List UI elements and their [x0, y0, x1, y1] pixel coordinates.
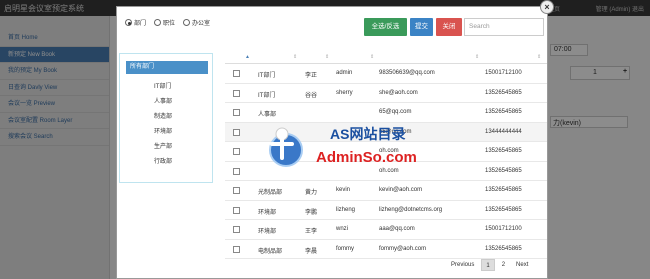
tree-node[interactable]: 行政部	[154, 156, 172, 165]
radio-label: 办公室	[192, 21, 211, 27]
sort-icon[interactable]: ⇕	[293, 54, 297, 60]
search-input[interactable]: Search	[464, 18, 544, 36]
cell-phone: 13526545865	[485, 206, 522, 213]
cell-name: 李鹏	[305, 209, 318, 216]
table-row[interactable]: IT部门 李正 admin 983506639@qq.com 15001712100	[225, 64, 547, 84]
cell-phone: 15001712100	[485, 226, 522, 232]
row-checkbox[interactable]	[233, 245, 240, 253]
cell-department: 光制品部	[258, 190, 283, 196]
row-checkbox[interactable]	[233, 128, 240, 136]
pagination: Previous 1 2 Next	[447, 259, 532, 271]
cell-email: aaa@qq.com	[379, 226, 415, 232]
cell-email: fommy@aoh.com	[379, 245, 427, 252]
cell-email: kevin@aoh.com	[379, 187, 423, 193]
cell-phone: 13444444444	[485, 128, 522, 135]
radio-label: 职位	[163, 21, 176, 27]
watermark-line2: AdminSo.com	[316, 149, 417, 166]
tree-node[interactable]: 环境部	[154, 126, 172, 135]
row-checkbox[interactable]	[233, 167, 240, 175]
cell-email: she@aoh.com	[379, 89, 418, 96]
radio-label: 部门	[134, 21, 147, 27]
cell-department: 人事部	[258, 112, 277, 118]
table-row[interactable]: IT部门 谷谷 sherry she@aoh.com 13526545865	[225, 84, 547, 103]
group-by-radios: 部门 职位 办公室	[125, 18, 210, 27]
page-2-button[interactable]: 2	[498, 259, 509, 271]
cell-name: 王李	[305, 229, 318, 235]
cell-name: 谷谷	[305, 92, 318, 99]
cell-account: sherry	[336, 89, 353, 96]
row-checkbox[interactable]	[233, 148, 240, 155]
cell-account: lizheng	[336, 206, 356, 213]
cell-phone: 13526545865	[485, 89, 522, 96]
cell-email: 983506639@qq.com	[379, 70, 435, 76]
cell-account: fommy	[336, 245, 354, 252]
tree-node[interactable]: 人事部	[154, 96, 172, 105]
sort-icon[interactable]: ⇕	[475, 54, 479, 60]
sort-icon[interactable]: ⇕	[537, 54, 541, 60]
cell-phone: 13526545865	[485, 187, 522, 193]
cell-account: wnzi	[336, 226, 349, 232]
radio-position[interactable]: 职位	[154, 18, 175, 27]
radio-dot[interactable]	[125, 19, 132, 26]
sort-icon[interactable]: ⇕	[325, 54, 329, 60]
cell-department: 电制品部	[258, 248, 283, 255]
page-1-button[interactable]: 1	[481, 259, 495, 271]
cell-department: IT部门	[258, 73, 276, 79]
tree-node[interactable]: 生产部	[154, 141, 172, 150]
cell-name: 李晨	[305, 248, 318, 255]
row-checkbox[interactable]	[233, 109, 240, 116]
cell-phone: 15001712100	[485, 70, 522, 76]
radio-dot[interactable]	[183, 19, 191, 26]
cell-account: kevin	[336, 187, 351, 193]
cell-department: IT部门	[258, 92, 276, 99]
tree-node[interactable]: 制造部	[154, 111, 172, 120]
cell-department: 环境部	[258, 209, 277, 216]
cell-email: lizheng@dotnetcms.org	[379, 206, 443, 213]
table-row[interactable]: 环境部 李鹏 lizheng lizheng@dotnetcms.org 1352654…	[225, 201, 547, 220]
sort-icon[interactable]: ⇕	[370, 54, 374, 60]
select-all-button[interactable]: 全选/反选	[364, 18, 407, 36]
table-header: ▲ ⇕ ⇕ ⇕ ⇕ ⇕	[225, 50, 547, 64]
tree-root[interactable]: 所有部门	[126, 61, 208, 74]
row-checkbox[interactable]	[233, 206, 240, 214]
next-button[interactable]: Next	[512, 259, 532, 271]
table-row[interactable]: 光制品部 黄力 kevin kevin@aoh.com 13526545865	[225, 181, 547, 201]
watermark-line1: AS网站目录	[330, 126, 406, 142]
department-tree: 所有部门 IT部门 人事部 制造部 环境部 生产部 行政部	[119, 53, 213, 183]
row-checkbox[interactable]	[233, 187, 240, 194]
radio-department[interactable]: 部门	[125, 18, 146, 27]
close-button[interactable]: 关闭	[436, 18, 462, 36]
cell-account: admin	[336, 70, 353, 76]
cell-phone: 13526545865	[485, 167, 522, 174]
cell-department: 环境部	[258, 229, 277, 235]
table-row[interactable]: 电制品部 李晨 fommy fommy@aoh.com 13526545865	[225, 240, 547, 259]
cell-email: 65@qq.com	[379, 109, 412, 115]
tree-node[interactable]: IT部门	[154, 81, 171, 90]
radio-dot[interactable]	[154, 19, 162, 26]
row-checkbox[interactable]	[233, 226, 240, 233]
radio-office[interactable]: 办公室	[183, 18, 210, 27]
close-icon[interactable]: ×	[540, 0, 554, 14]
row-checkbox[interactable]	[233, 89, 240, 97]
table-row[interactable]: 环境部 王李 wnzi aaa@qq.com 15001712100	[225, 220, 547, 240]
submit-button[interactable]: 提交	[410, 18, 433, 36]
cell-name: 李正	[305, 73, 318, 79]
cell-phone: 13526545865	[485, 109, 522, 115]
cell-phone: 13526545865	[485, 148, 522, 154]
row-checkbox[interactable]	[233, 70, 240, 77]
sort-asc-icon[interactable]: ▲	[245, 54, 250, 60]
cell-name: 黄力	[305, 190, 318, 196]
previous-button[interactable]: Previous	[447, 259, 478, 271]
cell-phone: 13526545865	[485, 245, 522, 252]
